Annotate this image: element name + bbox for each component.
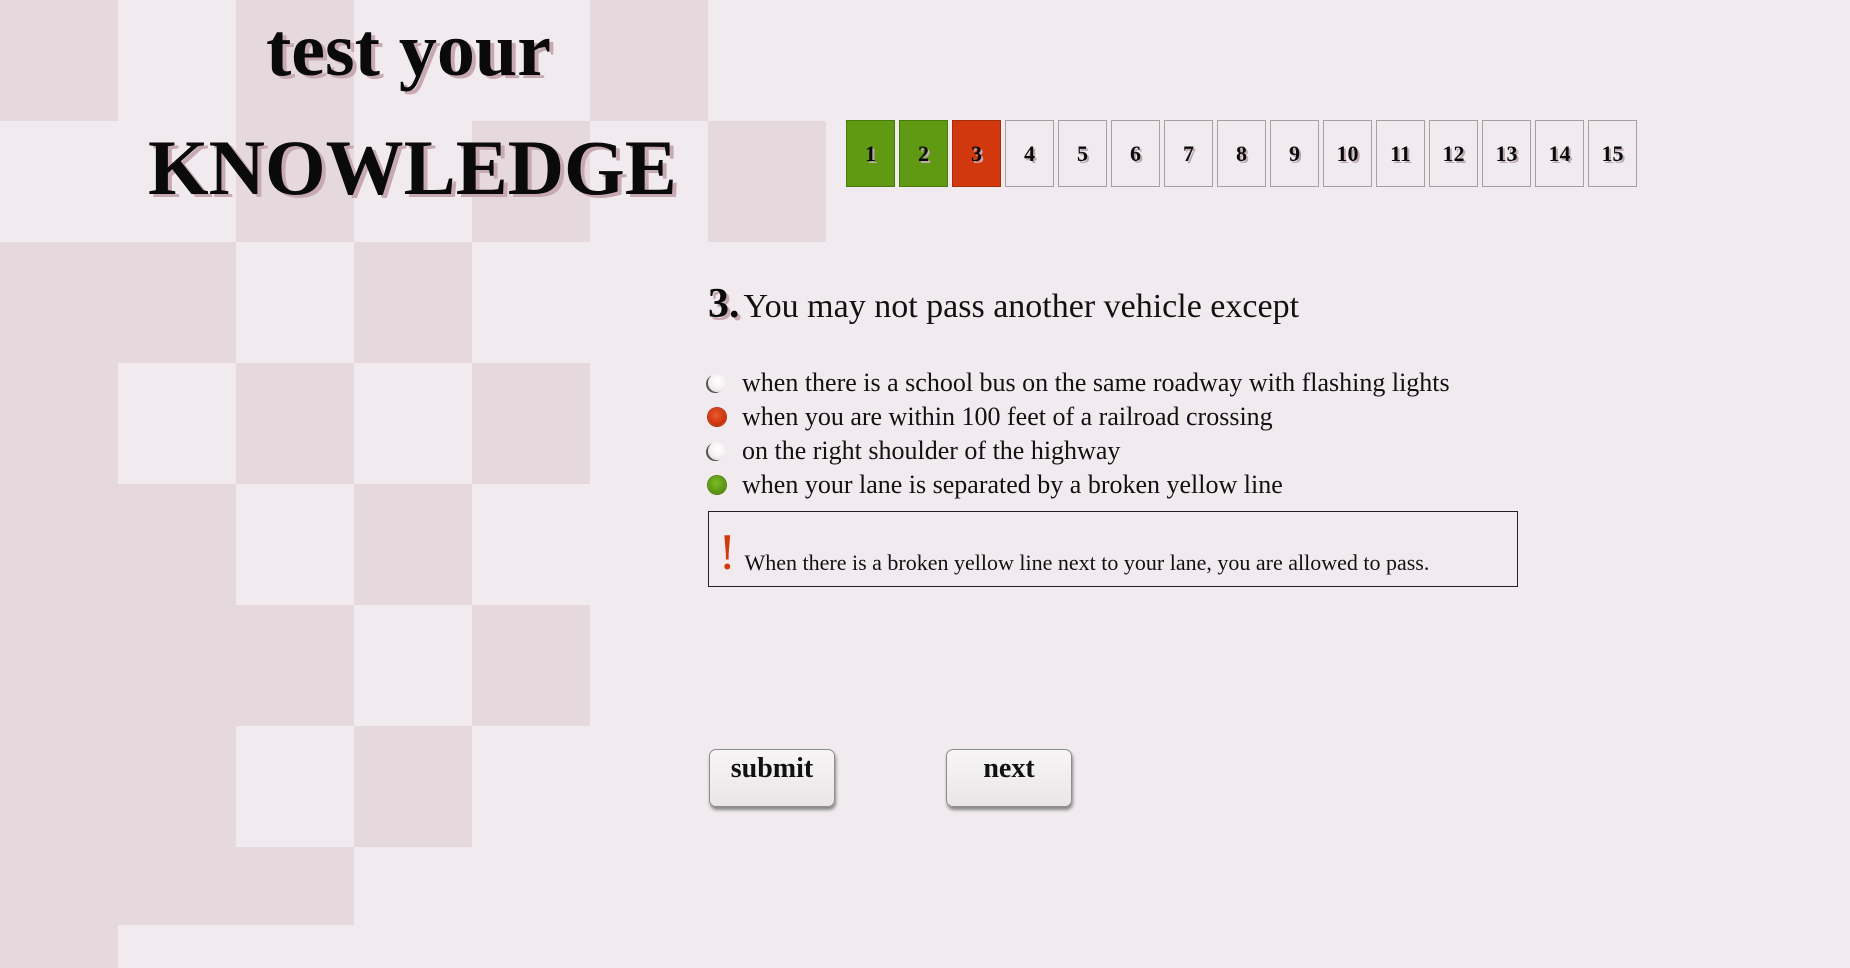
question-nav-item-10[interactable]: 10 xyxy=(1323,120,1372,187)
question-nav-item-6[interactable]: 6 xyxy=(1111,120,1160,187)
background-tile xyxy=(354,726,472,847)
answer-option-2[interactable]: when you are within 100 feet of a railro… xyxy=(708,400,1450,434)
answer-label: when you are within 100 feet of a railro… xyxy=(742,402,1273,431)
background-tile xyxy=(708,121,826,242)
explanation-text: When there is a broken yellow line next … xyxy=(744,550,1430,575)
exclamation-icon: ! xyxy=(718,526,737,580)
question-navigator: 1 2 3 4 5 6 7 8 9 10 11 12 13 14 15 xyxy=(846,120,1641,187)
background-tile xyxy=(472,605,590,726)
question-nav-item-2[interactable]: 2 xyxy=(899,120,948,187)
background-tile xyxy=(236,363,354,484)
question-number: 3. xyxy=(708,281,740,327)
question-nav-item-3[interactable]: 3 xyxy=(952,120,1001,187)
next-button[interactable]: next xyxy=(946,749,1072,807)
radio-button-selected-wrong[interactable] xyxy=(708,408,726,426)
question-nav-item-9[interactable]: 9 xyxy=(1270,120,1319,187)
submit-button[interactable]: submit xyxy=(709,749,835,807)
question-text: You may not pass another vehicle except xyxy=(743,288,1300,325)
background-tile xyxy=(0,242,118,363)
question-nav-item-14[interactable]: 14 xyxy=(1535,120,1584,187)
question-nav-item-12[interactable]: 12 xyxy=(1429,120,1478,187)
answer-option-3[interactable]: on the right shoulder of the highway xyxy=(708,434,1450,468)
page-title-bottom: KNOWLEDGE xyxy=(148,124,677,211)
radio-button[interactable] xyxy=(708,442,726,460)
question-nav-item-15[interactable]: 15 xyxy=(1588,120,1637,187)
question-nav-item-7[interactable]: 7 xyxy=(1164,120,1213,187)
answer-label: when your lane is separated by a broken … xyxy=(742,470,1283,499)
background-tile xyxy=(0,847,118,968)
answer-label: when there is a school bus on the same r… xyxy=(742,368,1450,397)
question-nav-item-13[interactable]: 13 xyxy=(1482,120,1531,187)
question-nav-item-8[interactable]: 8 xyxy=(1217,120,1266,187)
background-tile xyxy=(118,726,236,847)
question-nav-item-1[interactable]: 1 xyxy=(846,120,895,187)
background-tile xyxy=(0,484,118,605)
background-tile xyxy=(118,847,236,925)
background-tile xyxy=(236,847,354,925)
background-tile xyxy=(354,242,472,363)
background-tile xyxy=(354,484,472,605)
background-tile xyxy=(118,484,236,605)
background-tile xyxy=(0,605,118,726)
background-tile xyxy=(118,605,236,726)
answer-option-4[interactable]: when your lane is separated by a broken … xyxy=(708,468,1450,502)
background-tile xyxy=(472,363,590,484)
question-heading: 3. You may not pass another vehicle exce… xyxy=(708,280,1299,328)
background-tile xyxy=(236,605,354,726)
background-tile xyxy=(118,242,236,363)
background-tile xyxy=(0,726,118,847)
question-nav-item-4[interactable]: 4 xyxy=(1005,120,1054,187)
answer-option-1[interactable]: when there is a school bus on the same r… xyxy=(708,366,1450,400)
page-title-top: test your xyxy=(266,8,551,92)
answer-label: on the right shoulder of the highway xyxy=(742,436,1121,465)
question-nav-item-11[interactable]: 11 xyxy=(1376,120,1425,187)
radio-button[interactable] xyxy=(708,374,726,392)
background-tile xyxy=(0,363,118,484)
answer-list: when there is a school bus on the same r… xyxy=(708,366,1450,502)
background-tile xyxy=(590,0,708,121)
radio-button-correct[interactable] xyxy=(708,476,726,494)
answer-explanation-box: ! When there is a broken yellow line nex… xyxy=(708,511,1518,587)
question-nav-item-5[interactable]: 5 xyxy=(1058,120,1107,187)
background-tile xyxy=(0,0,118,121)
